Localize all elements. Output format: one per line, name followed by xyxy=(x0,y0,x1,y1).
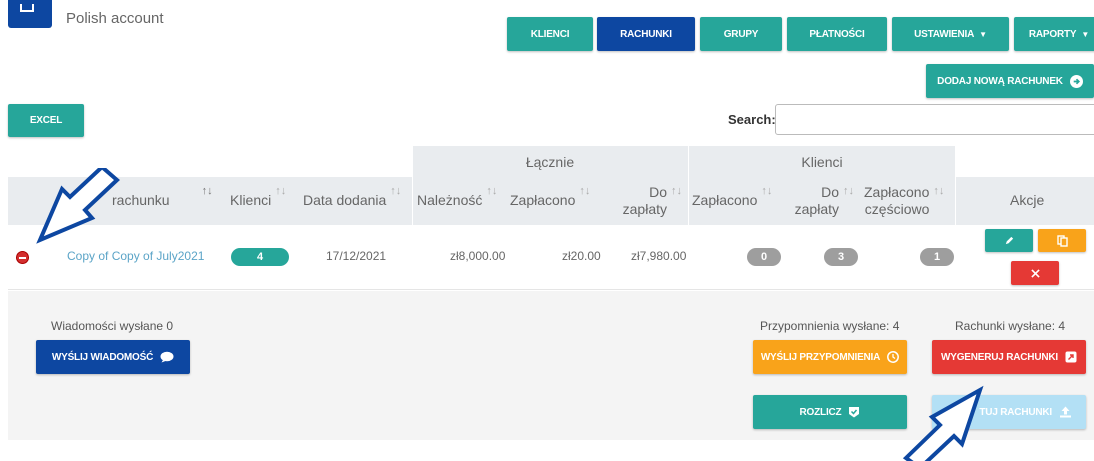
clients-partial-badge: 1 xyxy=(920,248,954,266)
upload-icon xyxy=(1059,406,1072,418)
check-shield-icon xyxy=(848,406,860,418)
caret-down-icon: ▼ xyxy=(979,29,987,39)
sort-icon: ↑↓ xyxy=(761,185,773,198)
column-header-clients-paid[interactable]: Zapłacono ↑↓ xyxy=(692,177,778,225)
logo-icon xyxy=(20,4,34,12)
arrow-right-circle-icon xyxy=(1069,74,1083,88)
column-header-paid-label: Zapłacono xyxy=(510,192,576,209)
settle-button[interactable]: ROZLICZ xyxy=(753,395,907,429)
clock-icon xyxy=(887,351,900,363)
copy-button[interactable] xyxy=(1038,229,1086,252)
add-invoice-button[interactable]: DODAJ NOWĄ RACHUNEK xyxy=(926,64,1094,98)
messages-sent-label: Wiadomości wysłane 0 xyxy=(51,319,174,333)
due-cell: zł8,000.00 xyxy=(450,249,506,263)
column-header-due-label: Należność xyxy=(417,192,483,209)
column-header-date-label: Data dodania xyxy=(303,192,387,209)
date-added-cell: 17/12/2021 xyxy=(326,249,387,263)
close-icon xyxy=(1030,268,1040,278)
column-divider xyxy=(955,146,956,225)
column-header-partial-line2: częściowo xyxy=(864,201,930,217)
send-message-button[interactable]: WYŚLIJ WIADOMOŚĆ xyxy=(36,340,190,374)
sort-icon: ↑↓ xyxy=(671,185,682,198)
delete-button[interactable] xyxy=(1011,261,1059,285)
send-reminders-label: WYŚLIJ PRZYPOMNIENIA xyxy=(760,351,881,363)
column-header-clients-to-pay[interactable]: Do zapłaty ↑↓ xyxy=(790,177,854,225)
clients-count-badge: 4 xyxy=(231,248,289,266)
column-header-clients-label: Klienci xyxy=(230,192,272,209)
group-header-clients: Klienci xyxy=(689,146,955,177)
column-divider xyxy=(688,146,689,225)
generate-invoices-label: WYGENERUJ RACHUNKI xyxy=(941,351,1058,363)
sort-icon: ↑↓ xyxy=(201,185,213,198)
sort-icon: ↑↓ xyxy=(843,185,854,198)
column-header-partial-line1: Zapłacono xyxy=(864,183,930,200)
excel-export-button[interactable]: EXCEL xyxy=(8,104,84,137)
clients-to-pay-badge: 3 xyxy=(824,248,858,266)
nav-raporty-label: RAPORTY xyxy=(1028,28,1077,40)
column-header-clients-to-pay-line2: zapłaty xyxy=(794,201,839,217)
sort-icon: ↑↓ xyxy=(486,185,498,198)
nav-raporty-dropdown[interactable]: RAPORTY ▼ xyxy=(1014,17,1094,51)
send-message-label: WYŚLIJ WIADOMOŚĆ xyxy=(51,351,154,363)
comment-icon xyxy=(160,351,174,363)
account-title: Polish account xyxy=(66,10,164,27)
nav-grupy-button[interactable]: GRUPY xyxy=(700,17,782,51)
search-input[interactable] xyxy=(775,104,1094,135)
column-header-date[interactable]: Data dodania ↑↓ xyxy=(303,177,409,225)
edit-button[interactable] xyxy=(985,229,1033,252)
column-header-actions: Akcje xyxy=(1010,192,1045,209)
sort-icon: ↑↓ xyxy=(579,185,591,198)
column-header-clients[interactable]: Klienci ↑↓ xyxy=(230,177,296,225)
annotation-arrow-icon xyxy=(902,385,984,461)
annotation-arrow-icon xyxy=(36,168,120,244)
nav-platnosci-button[interactable]: PŁATNOŚCI xyxy=(787,17,887,51)
column-header-paid[interactable]: Zapłacono ↑↓ xyxy=(510,177,598,225)
to-pay-cell: zł7,980.00 xyxy=(631,249,687,263)
pencil-icon xyxy=(1005,236,1013,245)
nav-rachunki-button[interactable]: RACHUNKI xyxy=(597,17,695,51)
column-header-partial[interactable]: Zapłacono częściowo ↑↓ xyxy=(864,177,954,225)
column-header-clients-paid-label: Zapłacono xyxy=(692,192,758,209)
add-invoice-label: DODAJ NOWĄ RACHUNEK xyxy=(937,75,1063,87)
caret-down-icon: ▼ xyxy=(1081,29,1090,39)
column-divider xyxy=(412,146,413,225)
sort-icon: ↑↓ xyxy=(275,185,287,198)
sort-icon: ↑↓ xyxy=(390,185,402,198)
copy-icon xyxy=(1056,234,1068,247)
column-header-to-pay-line1: Do xyxy=(649,183,667,200)
settle-label: ROZLICZ xyxy=(799,406,842,418)
send-invoices-label: TUJ RACHUNKI xyxy=(979,406,1052,418)
collapse-row-icon[interactable] xyxy=(16,251,29,264)
column-header-to-pay[interactable]: Do zapłaty ↑↓ xyxy=(612,177,682,225)
clients-paid-badge: 0 xyxy=(747,248,781,266)
invoices-sent-label: Rachunki wysłane: 4 xyxy=(955,319,1066,333)
column-header-clients-to-pay-line1: Do xyxy=(821,183,839,200)
column-header-to-pay-line2: zapłaty xyxy=(622,201,667,217)
nav-ustawienia-dropdown[interactable]: USTAWIENIA ▼ xyxy=(892,17,1009,51)
external-link-icon xyxy=(1065,351,1077,363)
send-reminders-button[interactable]: WYŚLIJ PRZYPOMNIENIA xyxy=(753,340,907,374)
group-header-totals: Łącznie xyxy=(412,146,688,177)
sort-icon: ↑↓ xyxy=(933,185,945,198)
search-label: Search: xyxy=(728,112,776,127)
column-header-due[interactable]: Należność ↑↓ xyxy=(417,177,503,225)
reminders-sent-label: Przypomnienia wysłane: 4 xyxy=(760,319,900,333)
nav-ustawienia-label: USTAWIENIA xyxy=(914,28,975,40)
nav-klienci-button[interactable]: KLIENCI xyxy=(507,17,593,51)
paid-cell: zł20.00 xyxy=(562,249,601,263)
